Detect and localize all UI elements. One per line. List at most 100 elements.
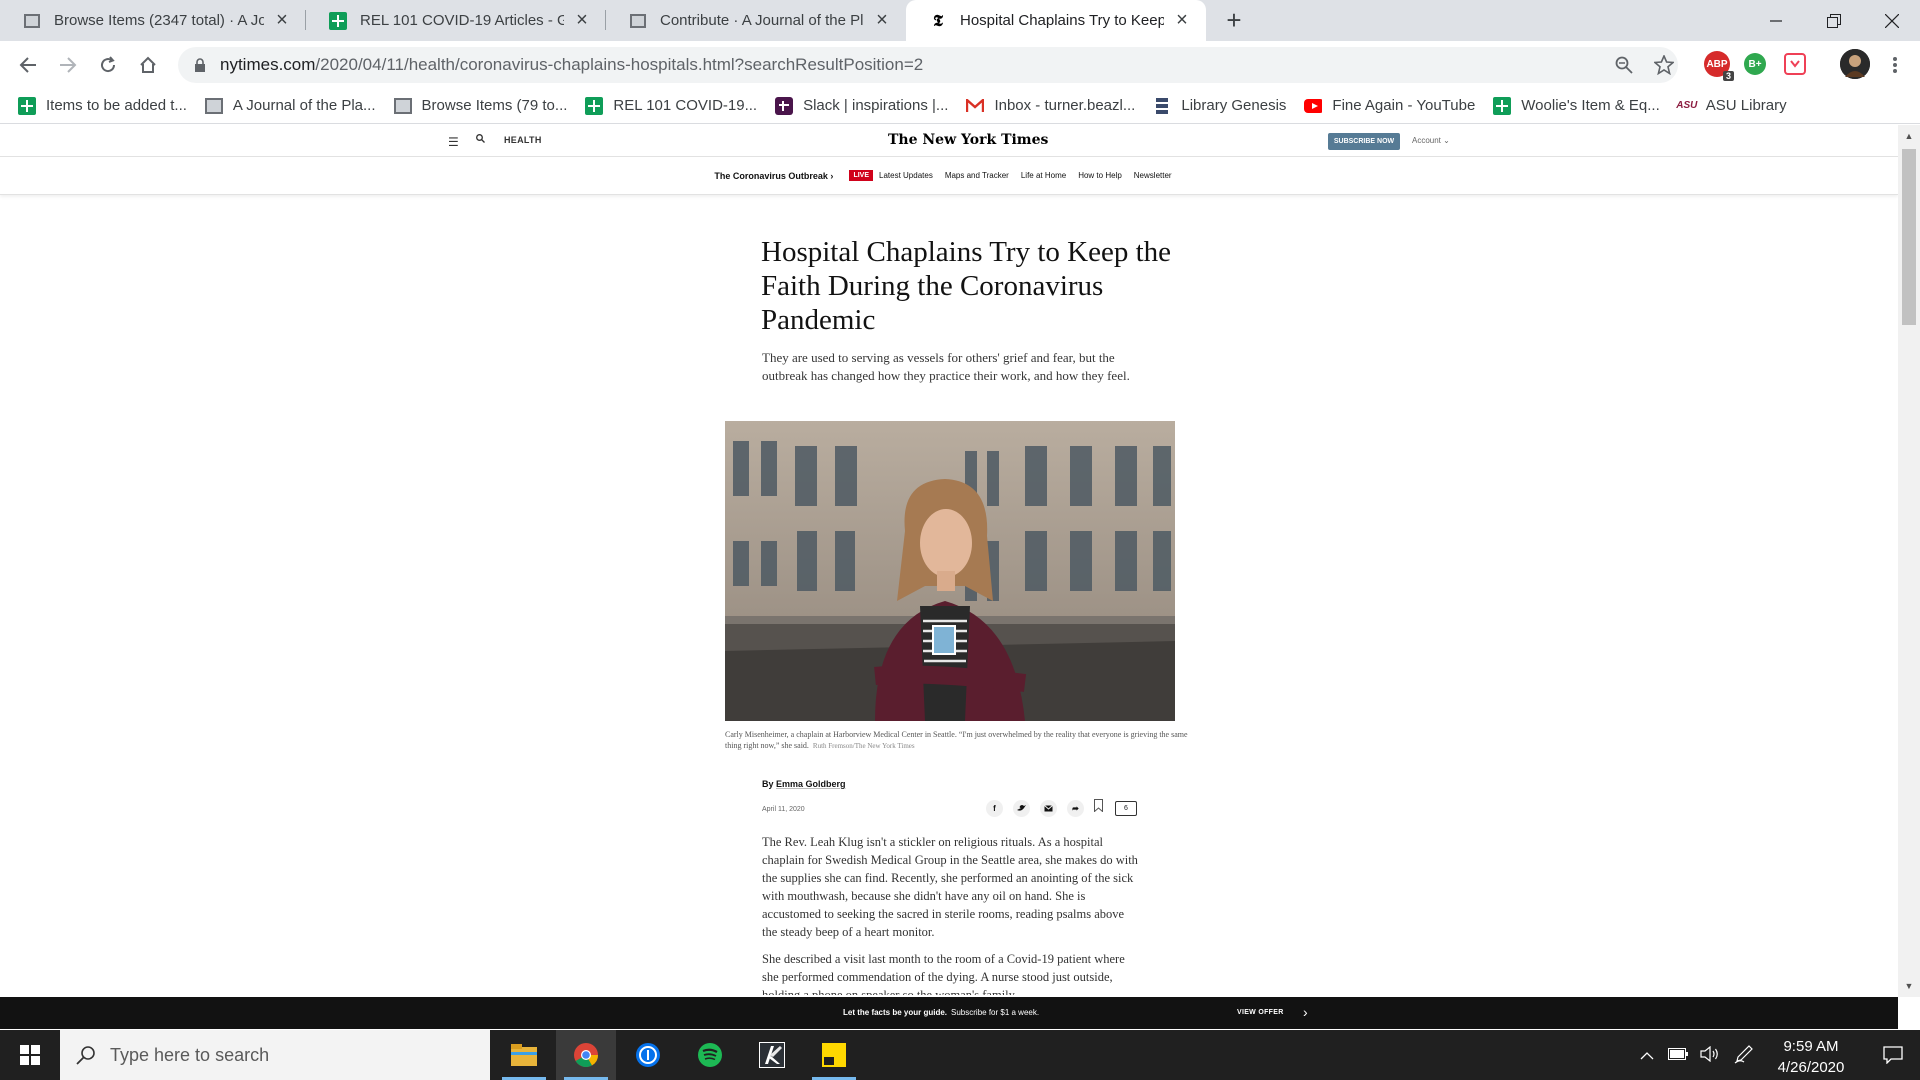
pen-icon[interactable] <box>1734 1044 1754 1067</box>
spotify-icon[interactable] <box>680 1030 740 1080</box>
author-link[interactable]: Emma Goldberg <box>776 779 846 789</box>
close-tab-icon[interactable]: × <box>870 9 894 33</box>
restore-button[interactable] <box>1806 0 1862 41</box>
tab-strip: Browse Items (2347 total) · A Jou × REL … <box>0 0 1920 41</box>
krita-icon[interactable] <box>742 1030 802 1080</box>
chevron-up-icon[interactable] <box>1640 1047 1654 1063</box>
subnav-latest-updates[interactable]: Latest Updates <box>879 171 933 180</box>
tab-title: REL 101 COVID-19 Articles - Goo <box>360 12 564 29</box>
search-icon[interactable] <box>476 134 485 146</box>
nyt-icon: 𝕿 <box>933 10 943 30</box>
google-sheets-icon <box>1493 96 1512 115</box>
home-button[interactable] <box>132 49 164 81</box>
new-tab-button[interactable]: + <box>1220 7 1248 35</box>
outbreak-link[interactable]: The Coronavirus Outbreak › <box>714 171 833 181</box>
share-tools: f ➦ 6 <box>986 799 1137 817</box>
chrome-icon[interactable] <box>556 1030 616 1080</box>
bookmark-slack[interactable]: Slack | inspirations |... <box>775 96 948 115</box>
libgen-icon <box>1153 97 1171 115</box>
subnav-newsletter[interactable]: Newsletter <box>1134 171 1172 180</box>
sticky-notes-icon[interactable] <box>804 1030 864 1080</box>
close-icon <box>1885 13 1899 28</box>
forward-button[interactable] <box>52 49 84 81</box>
subnav-life-at-home[interactable]: Life at Home <box>1021 171 1066 180</box>
1password-icon[interactable] <box>618 1030 678 1080</box>
zoom-icon[interactable] <box>1608 49 1640 81</box>
close-tab-icon[interactable]: × <box>1170 9 1194 33</box>
menu-kebab-icon[interactable] <box>1880 49 1910 81</box>
start-button[interactable] <box>0 1030 60 1080</box>
bookmark-asu-library[interactable]: ASU ASU Library <box>1676 97 1786 115</box>
bplus-extension-icon[interactable]: B+ <box>1744 53 1766 75</box>
windows-logo-icon <box>20 1045 40 1065</box>
pocket-extension-icon[interactable] <box>1784 53 1806 75</box>
volume-icon[interactable] <box>1700 1045 1720 1065</box>
google-sheets-icon <box>328 11 348 31</box>
chevron-right-icon[interactable]: › <box>1303 1004 1308 1020</box>
back-button[interactable] <box>12 49 44 81</box>
email-icon[interactable] <box>1040 799 1057 817</box>
tab-rel101-sheet[interactable]: REL 101 COVID-19 Articles - Goo × <box>306 0 606 41</box>
clock-date: 4/26/2020 <box>1777 1059 1845 1076</box>
article-photo[interactable] <box>725 421 1175 721</box>
action-center-button[interactable] <box>1866 1030 1920 1080</box>
clock-time: 9:59 AM <box>1783 1038 1839 1055</box>
subscription-offer-banner[interactable]: Let the facts be your guide. Subscribe fo… <box>0 997 1898 1029</box>
close-tab-icon[interactable]: × <box>570 9 594 33</box>
bookmark-library-genesis[interactable]: Library Genesis <box>1153 97 1286 115</box>
article-paragraph: The Rev. Leah Klug isn't a stickler on r… <box>762 835 1138 939</box>
bookmark-woolies-item[interactable]: Woolie's Item & Eq... <box>1493 96 1660 115</box>
bookmark-gmail[interactable]: Inbox - turner.beazl... <box>966 97 1135 115</box>
scroll-thumb[interactable] <box>1902 149 1916 325</box>
bookmarks-bar: Items to be added t... A Journal of the … <box>0 88 1920 124</box>
battery-icon[interactable] <box>1668 1047 1688 1063</box>
section-label[interactable]: HEALTH <box>504 135 542 145</box>
photo-caption: Carly Misenheimer, a chaplain at Harborv… <box>725 730 1188 750</box>
hamburger-menu-icon[interactable]: ☰ <box>448 135 459 149</box>
account-menu[interactable]: Account ⌄ <box>1412 136 1450 145</box>
system-tray <box>1640 1030 1754 1080</box>
page-viewport: ☰ HEALTH The New York Times SUBSCRIBE NO… <box>0 125 1898 997</box>
bookmark-items-to-be-added[interactable]: Items to be added t... <box>18 96 187 115</box>
system-clock[interactable]: 9:59 AM 4/26/2020 <box>1756 1036 1866 1078</box>
save-bookmark-icon[interactable] <box>1094 799 1103 817</box>
taskbar-search-box[interactable]: Type here to search <box>60 1030 490 1080</box>
bookmark-browse-items[interactable]: Browse Items (79 to... <box>393 97 567 115</box>
asu-icon: ASU <box>1676 100 1698 111</box>
lock-icon <box>195 58 205 72</box>
close-tab-icon[interactable]: × <box>270 9 294 33</box>
tab-browse-items[interactable]: Browse Items (2347 total) · A Jou × <box>0 0 306 41</box>
site-icon <box>628 11 648 31</box>
article-paragraph: She described a visit last month to the … <box>762 952 1125 995</box>
twitter-icon[interactable] <box>1013 799 1030 817</box>
notification-icon <box>1883 1046 1903 1064</box>
facebook-icon[interactable]: f <box>986 799 1003 817</box>
nyt-logo[interactable]: The New York Times <box>888 132 1048 148</box>
view-offer-button[interactable]: VIEW OFFER <box>1237 1009 1284 1016</box>
bookmark-star-icon[interactable] <box>1648 49 1680 81</box>
bookmark-youtube[interactable]: Fine Again - YouTube <box>1304 97 1475 115</box>
restore-icon <box>1827 13 1841 28</box>
bookmark-journal-of-the-plague[interactable]: A Journal of the Pla... <box>204 97 376 115</box>
subnav-maps-tracker[interactable]: Maps and Tracker <box>945 171 1009 180</box>
nyt-header: ☰ HEALTH The New York Times SUBSCRIBE NO… <box>0 125 1898 157</box>
comments-button[interactable]: 6 <box>1115 800 1137 816</box>
bookmark-rel101[interactable]: REL 101 COVID-19... <box>585 96 757 115</box>
file-explorer-icon[interactable] <box>494 1030 554 1080</box>
minimize-button[interactable] <box>1748 0 1804 41</box>
url-text: nytimes.com/2020/04/11/health/coronaviru… <box>220 55 924 74</box>
profile-avatar[interactable] <box>1840 49 1870 79</box>
tab-nyt-article[interactable]: 𝕿 Hospital Chaplains Try to Keep th × <box>906 0 1206 41</box>
reload-button[interactable] <box>92 49 124 81</box>
share-arrow-icon[interactable]: ➦ <box>1067 799 1084 817</box>
adblock-extension-icon[interactable]: ABP 3 <box>1704 51 1734 81</box>
subnav-how-to-help[interactable]: How to Help <box>1078 171 1122 180</box>
offer-message: Let the facts be your guide. Subscribe fo… <box>843 1008 1040 1017</box>
page-scrollbar[interactable]: ▲ ▼ <box>1898 125 1920 997</box>
photo-credit: Ruth Fremson/The New York Times <box>812 742 915 750</box>
address-bar[interactable]: nytimes.com/2020/04/11/health/coronaviru… <box>178 47 1678 83</box>
subscribe-button[interactable]: SUBSCRIBE NOW <box>1328 133 1400 150</box>
close-window-button[interactable] <box>1864 0 1920 41</box>
article-summary: They are used to serving as vessels for … <box>762 350 1130 383</box>
tab-contribute[interactable]: Contribute · A Journal of the Plag × <box>606 0 906 41</box>
